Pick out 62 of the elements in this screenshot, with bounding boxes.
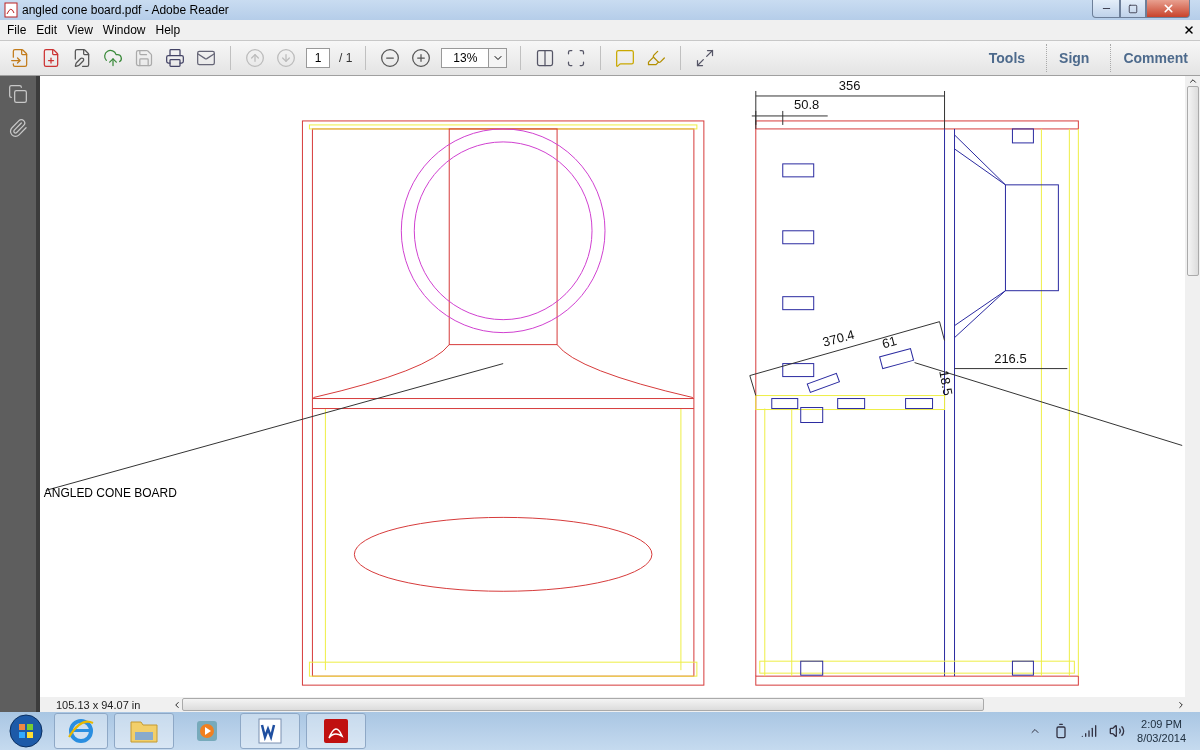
save-icon (134, 47, 154, 68)
paperclip-icon (8, 117, 28, 138)
dimension-label: 216.5 (994, 350, 1027, 366)
media-player-icon (194, 718, 220, 744)
scroll-left-icon (172, 699, 182, 710)
restore-button[interactable] (1120, 0, 1146, 18)
previous-page-icon (245, 47, 265, 68)
close-button[interactable] (1146, 0, 1190, 18)
zoom-out-icon (380, 47, 401, 68)
comment-icon (615, 47, 636, 68)
windows-orb-icon (9, 714, 43, 748)
dimension-label: 50.8 (794, 96, 820, 112)
close-icon (1161, 2, 1175, 15)
word-document-icon (256, 717, 284, 745)
clock-time: 2:09 PM (1141, 718, 1182, 730)
next-page-icon (276, 47, 296, 68)
create-icon (10, 47, 30, 68)
print-icon (165, 47, 185, 68)
dimension-label: 356 (838, 77, 861, 93)
panel-tab[interactable]: Tools (976, 43, 1038, 72)
menu-item[interactable]: View (62, 22, 98, 37)
page-size-label: 105.13 x 94.07 in (55, 698, 142, 711)
window-title: angled cone board.pdf - Adobe Reader (22, 3, 230, 17)
page-count: / 1 (339, 50, 353, 65)
folder-icon (129, 718, 159, 744)
signal-icon[interactable] (1081, 723, 1098, 739)
pages-button[interactable] (8, 83, 28, 104)
clock-date: 8/03/2014 (1137, 732, 1186, 744)
edit-icon (72, 47, 92, 68)
page-number-field[interactable]: 1 (306, 47, 330, 68)
scroll-right-icon (1176, 699, 1186, 710)
restore-icon (1128, 3, 1138, 14)
dimension-label: 18.5 (936, 368, 956, 397)
dimension-label: 370.4 (820, 326, 857, 350)
zoom-in-icon (411, 47, 432, 68)
panel-tab[interactable]: Sign (1046, 43, 1102, 72)
taskbar-app[interactable] (240, 713, 300, 749)
full-screen-icon (695, 47, 716, 68)
taskbar-app[interactable] (306, 713, 366, 749)
attachments-button[interactable] (8, 117, 28, 138)
pdf-file-icon (4, 2, 18, 18)
new-file-icon (41, 47, 61, 68)
menu-item[interactable]: Window (97, 22, 151, 37)
scroll-thumb[interactable] (1186, 85, 1199, 276)
callout-label: ANGLED CONE BOARD (43, 486, 177, 501)
pages-icon (8, 83, 28, 104)
vertical-scrollbar[interactable] (1185, 75, 1200, 698)
speaker-icon[interactable] (1109, 723, 1126, 739)
menu-item[interactable]: File (2, 22, 32, 37)
menu-item[interactable]: Edit (31, 22, 63, 37)
zoom-field[interactable]: 13% (441, 47, 490, 68)
upload-icon (103, 47, 123, 68)
scroll-thumb[interactable] (182, 698, 984, 712)
fit-page-icon (535, 47, 556, 68)
panel-tab[interactable]: Comment (1110, 43, 1200, 72)
menu-item[interactable]: Help (150, 22, 186, 37)
browser-icon (67, 717, 95, 745)
dimension-label: 61 (880, 333, 899, 352)
close-icon (1183, 23, 1195, 36)
zoom-dropdown-button[interactable] (489, 47, 508, 68)
minimize-button[interactable] (1092, 0, 1120, 18)
pdf-reader-icon (322, 717, 350, 745)
